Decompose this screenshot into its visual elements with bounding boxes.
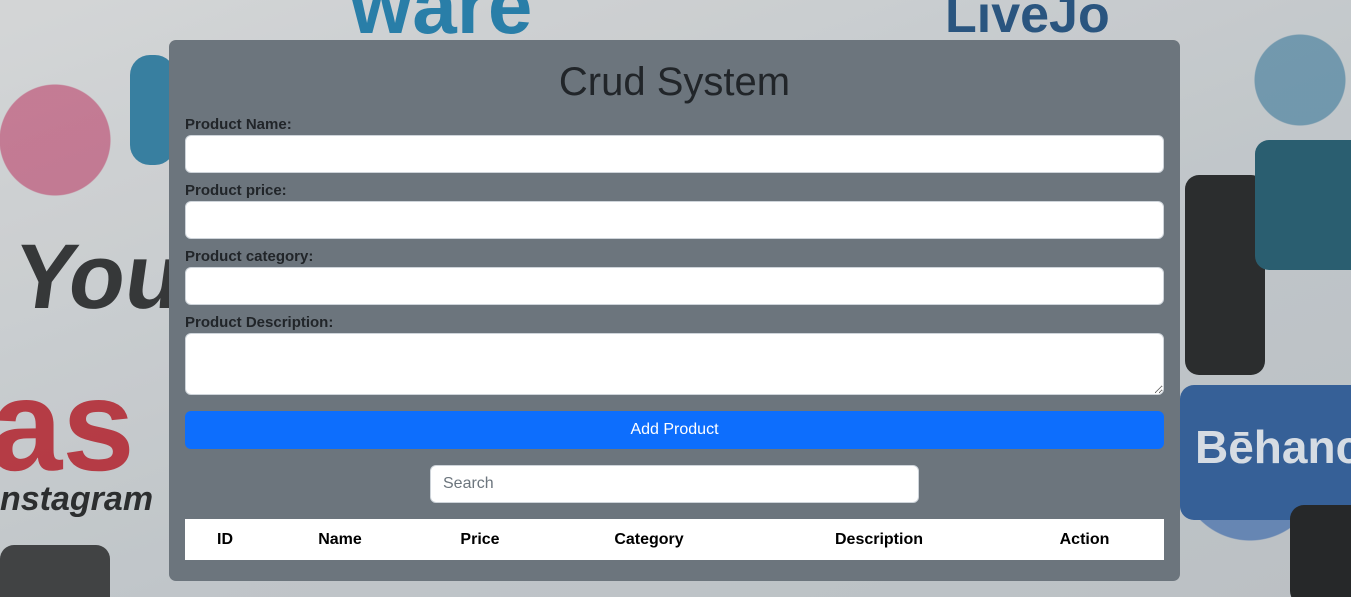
product-description-label: Product Description: [185, 314, 334, 331]
search-input[interactable] [430, 465, 919, 503]
search-row [185, 465, 1164, 503]
product-category-input[interactable] [185, 267, 1164, 305]
column-header-description: Description [834, 530, 923, 548]
column-header-name: Name [318, 530, 362, 548]
column-header-action: Action [1059, 530, 1110, 548]
product-price-label: Product price: [185, 182, 287, 199]
crud-panel: Crud System Product Name: Product price:… [169, 40, 1180, 581]
product-category-label: Product category: [185, 248, 314, 265]
column-header-id: ID [217, 530, 233, 548]
column-header-category: Category [614, 530, 684, 548]
column-header-price: Price [460, 530, 500, 548]
product-description-textarea[interactable] [185, 333, 1164, 395]
product-name-label: Product Name: [185, 116, 292, 133]
add-product-button[interactable]: Add Product [185, 411, 1164, 449]
product-name-input[interactable] [185, 135, 1164, 173]
product-price-input[interactable] [185, 201, 1164, 239]
products-table: ID Name Price Category Description Actio… [185, 519, 1164, 560]
page-title: Crud System [558, 60, 791, 104]
table-header-row: ID Name Price Category Description Actio… [185, 519, 1164, 560]
